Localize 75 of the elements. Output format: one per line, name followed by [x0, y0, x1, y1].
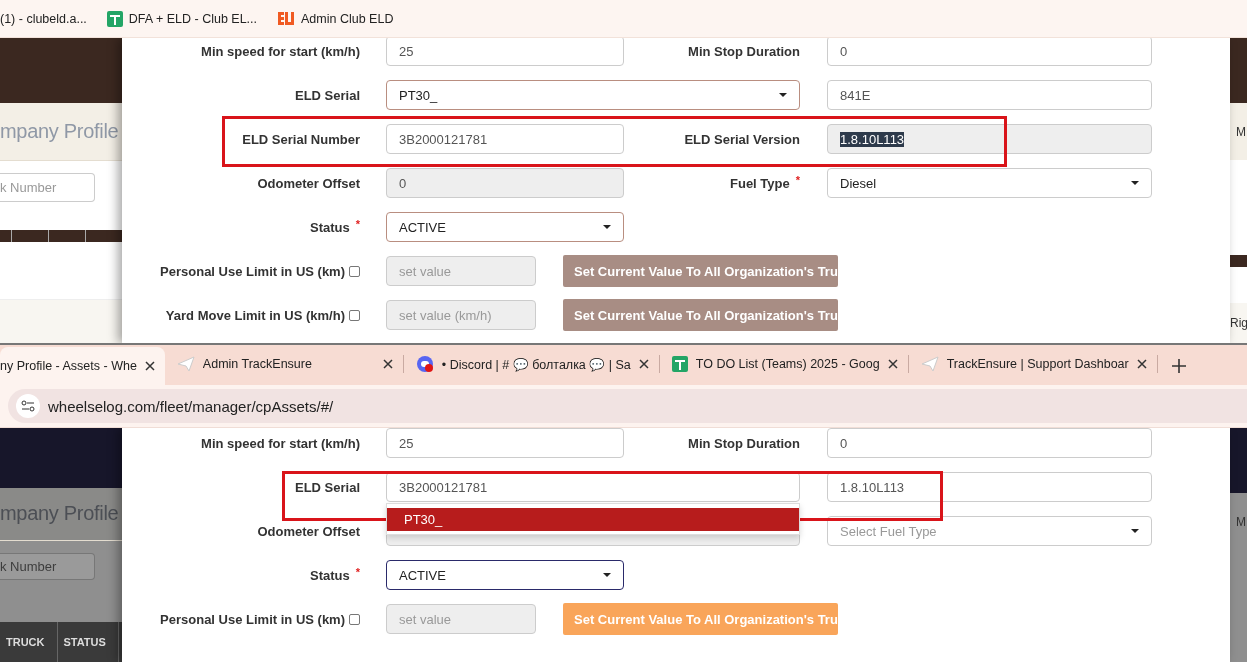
select-field[interactable]: Diesel — [827, 168, 1152, 198]
browser-tab[interactable]: TrackEnsure | Support Dashboar — [908, 347, 1157, 381]
input-field[interactable]: 1.8.10L113 — [827, 124, 1152, 154]
field-label: Min speed for start (km/h) — [201, 43, 360, 59]
browser-tab[interactable]: TO DO List (Teams) 2025 - Goog — [659, 347, 908, 381]
logo-icon — [277, 9, 296, 28]
caret-icon — [603, 225, 611, 229]
checkbox[interactable] — [349, 265, 360, 277]
header-bar — [1230, 38, 1247, 103]
required-mark: * — [355, 218, 360, 230]
input-field[interactable]: 3B2000121781 — [386, 124, 624, 154]
spreadsheet-icon — [671, 356, 688, 372]
url-text: wheelselog.com/fleet/manager/cpAssets/#/ — [48, 397, 334, 415]
field-label: ELD Serial — [294, 87, 360, 103]
field-label: Yard Move Limit in US (km/h) — [165, 307, 345, 323]
bookmark[interactable]: Admin Club ELD — [277, 9, 394, 28]
field-label: Personal Use Limit in US (km) — [160, 263, 345, 279]
plus-icon[interactable] — [1171, 359, 1186, 373]
field-label: Odometer Offset — [257, 175, 360, 191]
menu-label[interactable]: Rig — [1230, 316, 1247, 330]
input-field[interactable]: 0 — [827, 428, 1152, 458]
field-label: Min Stop Duration — [688, 435, 800, 451]
caret-icon — [779, 93, 787, 97]
column-header[interactable]: STATUS — [57, 622, 119, 662]
input-field[interactable]: 25 — [386, 428, 624, 458]
field-label: ELD Serial Version — [684, 131, 800, 147]
input-field[interactable]: 0 — [827, 38, 1152, 66]
browser-tab[interactable]: ny Profile - Assets - Whe — [0, 347, 165, 385]
page-heading: mpany Profile — [0, 502, 119, 526]
select-field[interactable]: ACTIVE — [386, 212, 624, 242]
header-bar — [1230, 428, 1247, 493]
dropdown-option[interactable]: PT30_ — [387, 508, 799, 531]
field-label: ELD Serial Number — [242, 131, 360, 147]
browser-tab[interactable]: Admin TrackEnsure — [164, 347, 403, 381]
required-mark: * — [355, 566, 360, 578]
field-label: Status — [310, 219, 350, 235]
input-field[interactable]: 25 — [386, 38, 624, 66]
checkbox[interactable] — [349, 309, 360, 321]
input-field[interactable]: 0 — [386, 168, 624, 198]
field-label: Status — [310, 567, 350, 583]
close-icon[interactable] — [887, 359, 898, 369]
discord-icon — [415, 355, 434, 373]
browser-tab[interactable]: • Discord | # 💬 болталка 💬 | Sa — [403, 347, 659, 381]
menu-label[interactable]: M — [1236, 514, 1246, 529]
menu-label[interactable]: M — [1236, 124, 1246, 139]
bookmark[interactable]: (1) - clubeld.a... — [0, 11, 87, 26]
field-label: Personal Use Limit in US (km) — [160, 611, 345, 627]
required-mark: * — [795, 174, 800, 186]
bookmark[interactable]: DFA + ELD - Club EL... — [106, 10, 258, 27]
field-label: Odometer Offset — [257, 523, 360, 539]
tune-icon[interactable] — [21, 400, 35, 412]
close-icon[interactable] — [382, 359, 393, 369]
caret-icon — [1131, 529, 1139, 533]
column-header[interactable]: TRUCK — [0, 622, 58, 662]
spreadsheet-icon — [106, 10, 123, 27]
table-header — [1230, 255, 1247, 267]
select-field[interactable]: ACTIVE — [386, 560, 624, 590]
page-heading: mpany Profile — [0, 120, 119, 143]
field-label: Min Stop Duration — [688, 43, 800, 59]
caret-icon — [1131, 181, 1139, 185]
paper-plane-icon — [176, 356, 195, 372]
close-icon[interactable] — [638, 359, 649, 369]
search-field[interactable]: k Number — [0, 553, 95, 580]
field-label: Min speed for start (km/h) — [201, 435, 360, 451]
caret-icon — [603, 573, 611, 577]
field-label: Fuel Type — [730, 175, 790, 191]
close-icon[interactable] — [144, 361, 155, 371]
address-field[interactable]: wheelselog.com/fleet/manager/cpAssets/#/ — [8, 389, 1247, 423]
close-icon[interactable] — [1136, 359, 1147, 369]
paper-plane-icon — [920, 356, 939, 372]
checkbox[interactable] — [349, 613, 360, 625]
select-field[interactable]: PT30_ — [386, 80, 800, 110]
input-field[interactable]: 841E — [827, 80, 1152, 110]
input-field[interactable]: 1.8.10L113 — [827, 472, 1152, 502]
field-label: ELD Serial — [294, 479, 360, 495]
